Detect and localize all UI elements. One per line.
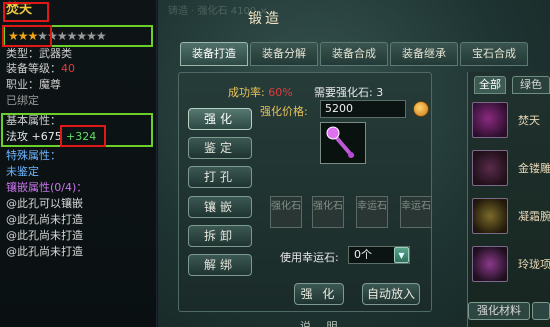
item-level: 装备等级：40 [6,62,75,75]
strengthen-button[interactable]: 强 化 [294,283,344,305]
necklace-icon [472,246,508,282]
unidentified-text: 未鉴定 [6,165,39,178]
item-level-value: 40 [61,62,75,75]
staff-icon [472,102,508,138]
lucky-stone-slot[interactable]: 幸运石 [400,196,432,228]
price-field: 5200 [320,100,406,118]
hole-line: @此孔尚未打造 [6,245,83,258]
star-empty-icon: ★ [56,29,68,43]
bonus-highlight-box [60,125,106,147]
punch-hole-side-button[interactable]: 打孔 [188,166,252,188]
identify-side-button[interactable]: 鉴定 [188,137,252,159]
lucky-stone-slot[interactable]: 幸运石 [356,196,388,228]
item-job: 职业：魔尊 [6,78,61,91]
unbind-side-button[interactable]: 解绑 [188,254,252,276]
attack-stat: 法攻 +675 [6,130,62,143]
inlay-attr-label: 镶嵌属性(0/4)： [6,181,88,194]
inventory-item[interactable]: 金镂雕 [470,146,550,192]
hole-line: @此孔尚未打造 [6,213,83,226]
tab-gem-combine[interactable]: 宝石合成 [460,42,528,66]
item-type: 类型：武器类 [6,47,72,60]
stone-slot[interactable]: 强化石 [312,196,344,228]
basic-attr-label: 基本属性： [6,114,61,127]
instructions-label: 说 明 [300,320,344,327]
tab-equip-forge[interactable]: 装备打造 [180,42,248,66]
star-empty-icon: ★ [66,29,78,43]
strengthen-side-button[interactable]: 强化 [188,108,252,130]
inv-tab-all[interactable]: 全部 [474,76,506,94]
equipment-slot[interactable] [320,122,366,164]
remove-side-button[interactable]: 拆卸 [188,225,252,247]
auto-place-button[interactable]: 自动放入 [362,283,420,305]
inv-tab-materials[interactable]: 强化材料 [468,302,530,320]
inv-tab-green[interactable]: 绿色 [512,76,550,94]
tab-equip-combine[interactable]: 装备合成 [320,42,388,66]
inventory-item-name: 焚天 [518,114,540,127]
inventory-item-name: 玲珑项 [518,258,550,271]
inv-tab-more[interactable] [532,302,550,320]
staff-icon [326,126,355,159]
special-attr-label: 特殊属性： [6,149,61,162]
inventory-item[interactable]: 凝霜腕 [470,194,550,240]
price-label: 强化价格: [260,105,308,118]
tab-equip-decompose[interactable]: 装备分解 [250,42,318,66]
item-bound: 已绑定 [6,94,39,107]
coin-icon [413,101,429,117]
window-title: 锻造 [248,11,282,27]
inventory-item-name: 凝霜腕 [518,210,550,223]
sword-icon [472,150,508,186]
required-stones: 需要强化石: 3 [314,86,384,99]
stone-slot[interactable]: 强化石 [270,196,302,228]
star-empty-icon: ★ [86,29,97,43]
item-tooltip: 焚天 ★★★★★★★★★★ 类型：武器类 装备等级：40 职业：魔尊 已绑定 基… [0,0,157,327]
success-rate: 成功率: 60% [228,86,293,99]
chevron-down-icon[interactable]: ▼ [394,247,409,263]
inventory-item-name: 金镂雕 [518,162,550,175]
hole-line: @此孔可以镶嵌 [6,197,83,210]
success-rate-value: 60% [268,86,293,99]
star-empty-icon: ★ [76,29,87,43]
star-empty-icon: ★ [95,29,107,43]
lucky-stone-label: 使用幸运石: [280,251,339,264]
inlay-side-button[interactable]: 镶嵌 [188,196,252,218]
tab-equip-inherit[interactable]: 装备继承 [390,42,458,66]
stars-highlight-box [2,25,52,47]
inventory-item[interactable]: 玲珑项 [470,242,550,288]
hole-line: @此孔尚未打造 [6,229,83,242]
name-highlight-box [3,2,49,22]
bracelet-icon [472,198,508,234]
inventory-item[interactable]: 焚天 [470,98,550,144]
